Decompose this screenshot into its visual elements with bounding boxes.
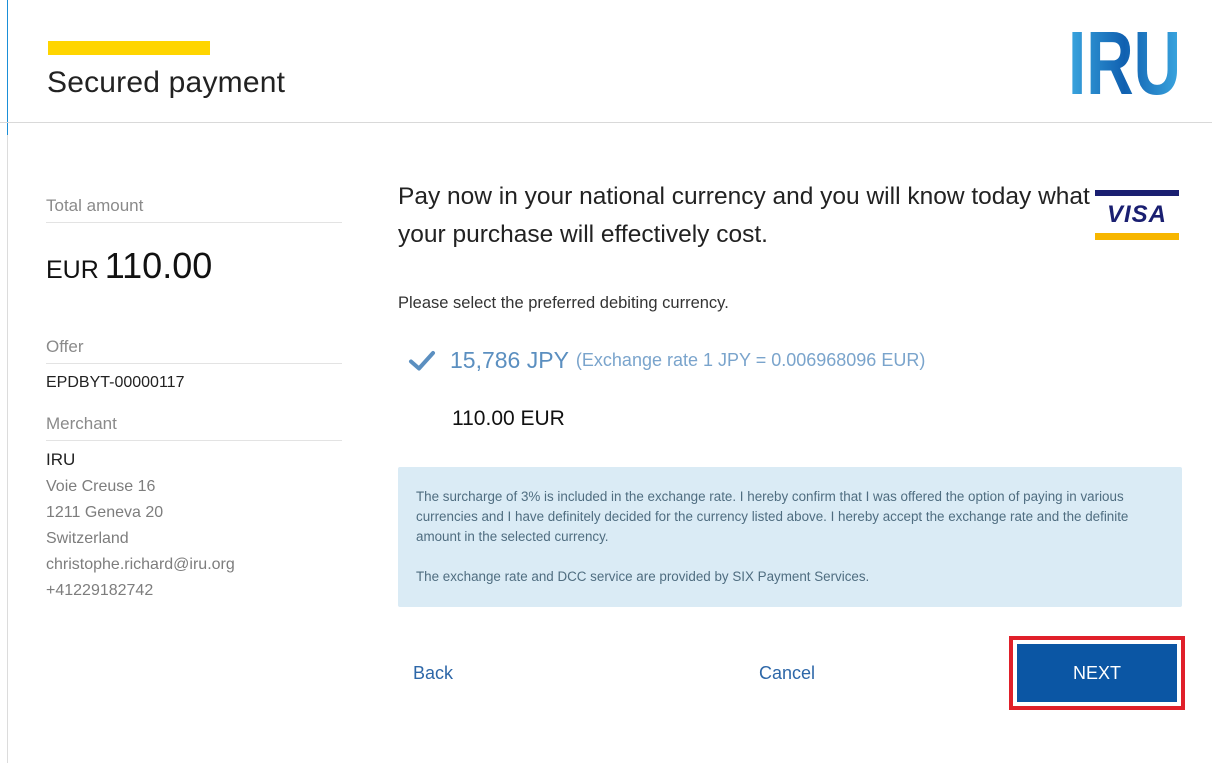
- currency-instruction: Please select the preferred debiting cur…: [398, 294, 729, 312]
- merchant-phone: +41229182742: [46, 582, 154, 599]
- back-link[interactable]: Back: [413, 663, 453, 684]
- iru-logo-text: IRU: [1068, 27, 1181, 96]
- dcc-notice-provider: The exchange rate and DCC service are pr…: [416, 569, 870, 584]
- option-exchange-rate: (Exchange rate 1 JPY = 0.006968096 EUR): [575, 350, 926, 370]
- visa-stripe-top: [1095, 190, 1179, 196]
- total-currency: EUR: [46, 256, 99, 284]
- total-amount-label: Total amount: [46, 196, 342, 223]
- merchant-address-country: Switzerland: [46, 530, 129, 547]
- check-icon: [409, 350, 435, 370]
- merchant-name: IRU: [46, 450, 76, 469]
- accent-bar: [48, 41, 210, 55]
- merchant-label: Merchant: [46, 414, 342, 441]
- merchant-email: christophe.richard@iru.org: [46, 556, 235, 573]
- iru-logo: IRU: [1068, 27, 1181, 96]
- offer-label: Offer: [46, 337, 342, 364]
- cancel-link[interactable]: Cancel: [759, 663, 815, 684]
- page-header: Secured payment IRU: [0, 0, 1212, 123]
- offer-id: EPDBYT-00000117: [46, 374, 185, 391]
- total-amount: EUR 110.00: [46, 245, 342, 287]
- dcc-notice-terms: The surcharge of 3% is included in the e…: [416, 489, 1129, 544]
- next-button[interactable]: NEXT: [1017, 644, 1177, 702]
- visa-wordmark: VISA: [1106, 201, 1167, 228]
- option-amount-jpy: 15,786 JPY: [450, 347, 569, 373]
- page-title: Secured payment: [47, 66, 286, 99]
- dcc-notice-box: The surcharge of 3% is included in the e…: [398, 467, 1182, 607]
- visa-card-logo: VISA: [1095, 190, 1179, 242]
- total-value: 110.00: [104, 245, 213, 286]
- currency-selection-panel: Pay now in your national currency and yo…: [398, 178, 1182, 607]
- dcc-headline: Pay now in your national currency and yo…: [398, 183, 1090, 248]
- merchant-address-city: 1211 Geneva 20: [46, 504, 164, 521]
- order-summary-sidebar: Total amount EUR 110.00 Offer EPDBYT-0000…: [46, 196, 342, 600]
- next-button-highlight: NEXT: [1009, 636, 1185, 710]
- currency-option-jpy[interactable]: 15,786 JPY (Exchange rate 1 JPY = 0.0069…: [398, 347, 1180, 374]
- visa-stripe-bottom: [1095, 233, 1179, 240]
- action-bar: Back Cancel NEXT: [398, 636, 1188, 710]
- currency-option-eur[interactable]: 110.00 EUR: [452, 407, 1180, 431]
- merchant-address-street: Voie Creuse 16: [46, 478, 156, 495]
